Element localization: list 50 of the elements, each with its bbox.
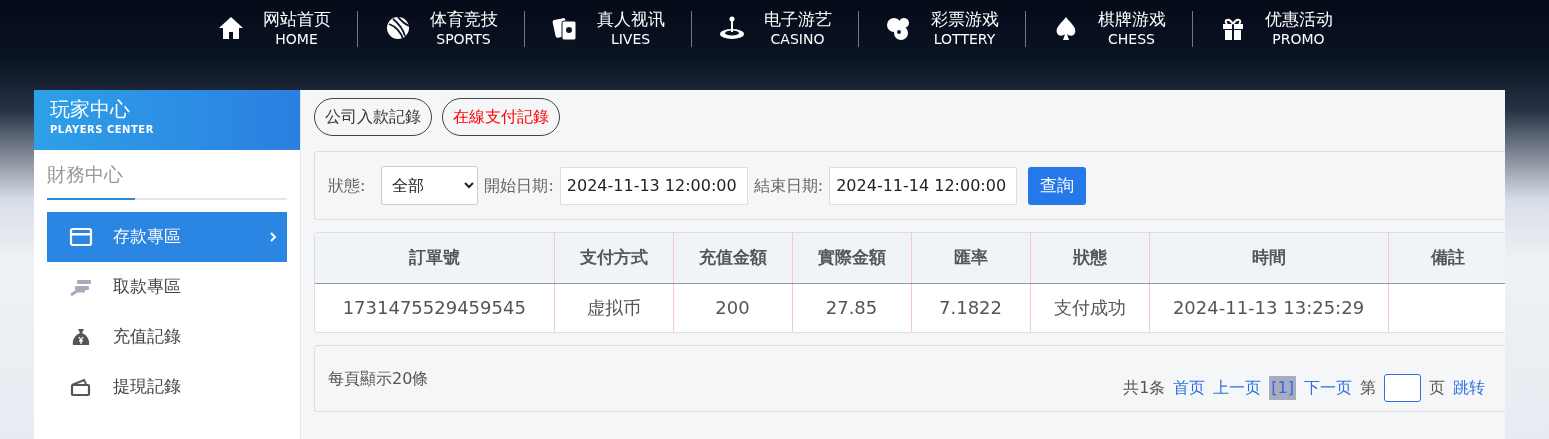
page-label: 第 (1360, 376, 1376, 399)
per-page-text: 每頁顯示20條 (328, 367, 429, 390)
nav-link-item[interactable]: 优惠活动 PROMO (1192, 8, 1359, 48)
total-count: 共1条 (1123, 376, 1166, 399)
column-header: 支付方式 (554, 233, 673, 283)
status-select[interactable]: 全部 (381, 166, 479, 205)
roulette-icon (717, 14, 746, 42)
table-cell: 27.85 (825, 297, 878, 319)
column-header: 充值金額 (673, 233, 792, 283)
record-tab[interactable]: 公司入款記錄 (314, 98, 432, 136)
sidebar-item[interactable]: 取款專區 (47, 261, 287, 312)
sidebar-item[interactable]: 存款專區 (47, 211, 287, 262)
sidebar-item[interactable]: 充值記錄 (47, 311, 287, 362)
sidebar-item[interactable]: 提現記錄 (47, 361, 287, 412)
page-label: 页 (1429, 376, 1445, 399)
section-heading: 財務中心 (47, 160, 135, 200)
table-cell: 2024-11-13 13:25:29 (1172, 297, 1365, 319)
table-cell: 1731475529459545 (342, 297, 526, 319)
page-number-field[interactable] (1384, 373, 1421, 402)
end-date-label: 結束日期: (753, 174, 824, 197)
nav-link-item[interactable]: 电子游艺 CASINO (691, 8, 858, 48)
column-header: 備註 (1388, 233, 1505, 283)
current-page: [1] (1269, 375, 1296, 400)
column-header: 訂單號 (315, 233, 554, 283)
column-header: 狀態 (1030, 233, 1149, 283)
table-cell: 支付成功 (1053, 297, 1126, 319)
column-header: 匯率 (911, 233, 1030, 283)
column-header: 時間 (1149, 233, 1388, 283)
first-page-link[interactable]: 首页 (1173, 375, 1206, 400)
query-button[interactable]: 查詢 (1028, 166, 1087, 205)
jump-link[interactable]: 跳转 (1453, 375, 1485, 400)
players-center-title: 玩家中心 (50, 96, 131, 122)
previous-page-link[interactable]: 上一页 (1213, 375, 1262, 400)
table-cell: 虚拟币 (586, 297, 641, 319)
chevron-right-icon (269, 230, 277, 243)
players-center-subtitle: PLAYERS CENTER (50, 123, 155, 137)
start-date-field[interactable]: 2024-11-13 12:00:00 (559, 166, 748, 205)
nav-link-item[interactable]: 网站首页 HOME (190, 8, 357, 48)
column-header: 實際金額 (792, 233, 911, 283)
record-tab[interactable]: 在線支付記錄 (442, 98, 560, 136)
next-page-link[interactable]: 下一页 (1304, 375, 1352, 400)
end-date-field[interactable]: 2024-11-14 12:00:00 (829, 166, 1018, 205)
nav-link-item[interactable]: 体育竞技 SPORTS (357, 8, 524, 48)
table-cell: 7.1822 (939, 297, 1002, 319)
nav-link-item[interactable]: 真人视讯 LIVES (524, 8, 691, 48)
table-cell: 200 (715, 297, 750, 319)
status-label: 狀態: (328, 174, 366, 197)
start-date-label: 開始日期: (484, 174, 554, 197)
nav-link-item[interactable]: 彩票游戏 LOTTERY (858, 8, 1025, 48)
nav-link-item[interactable]: 棋牌游戏 CHESS (1025, 8, 1192, 48)
